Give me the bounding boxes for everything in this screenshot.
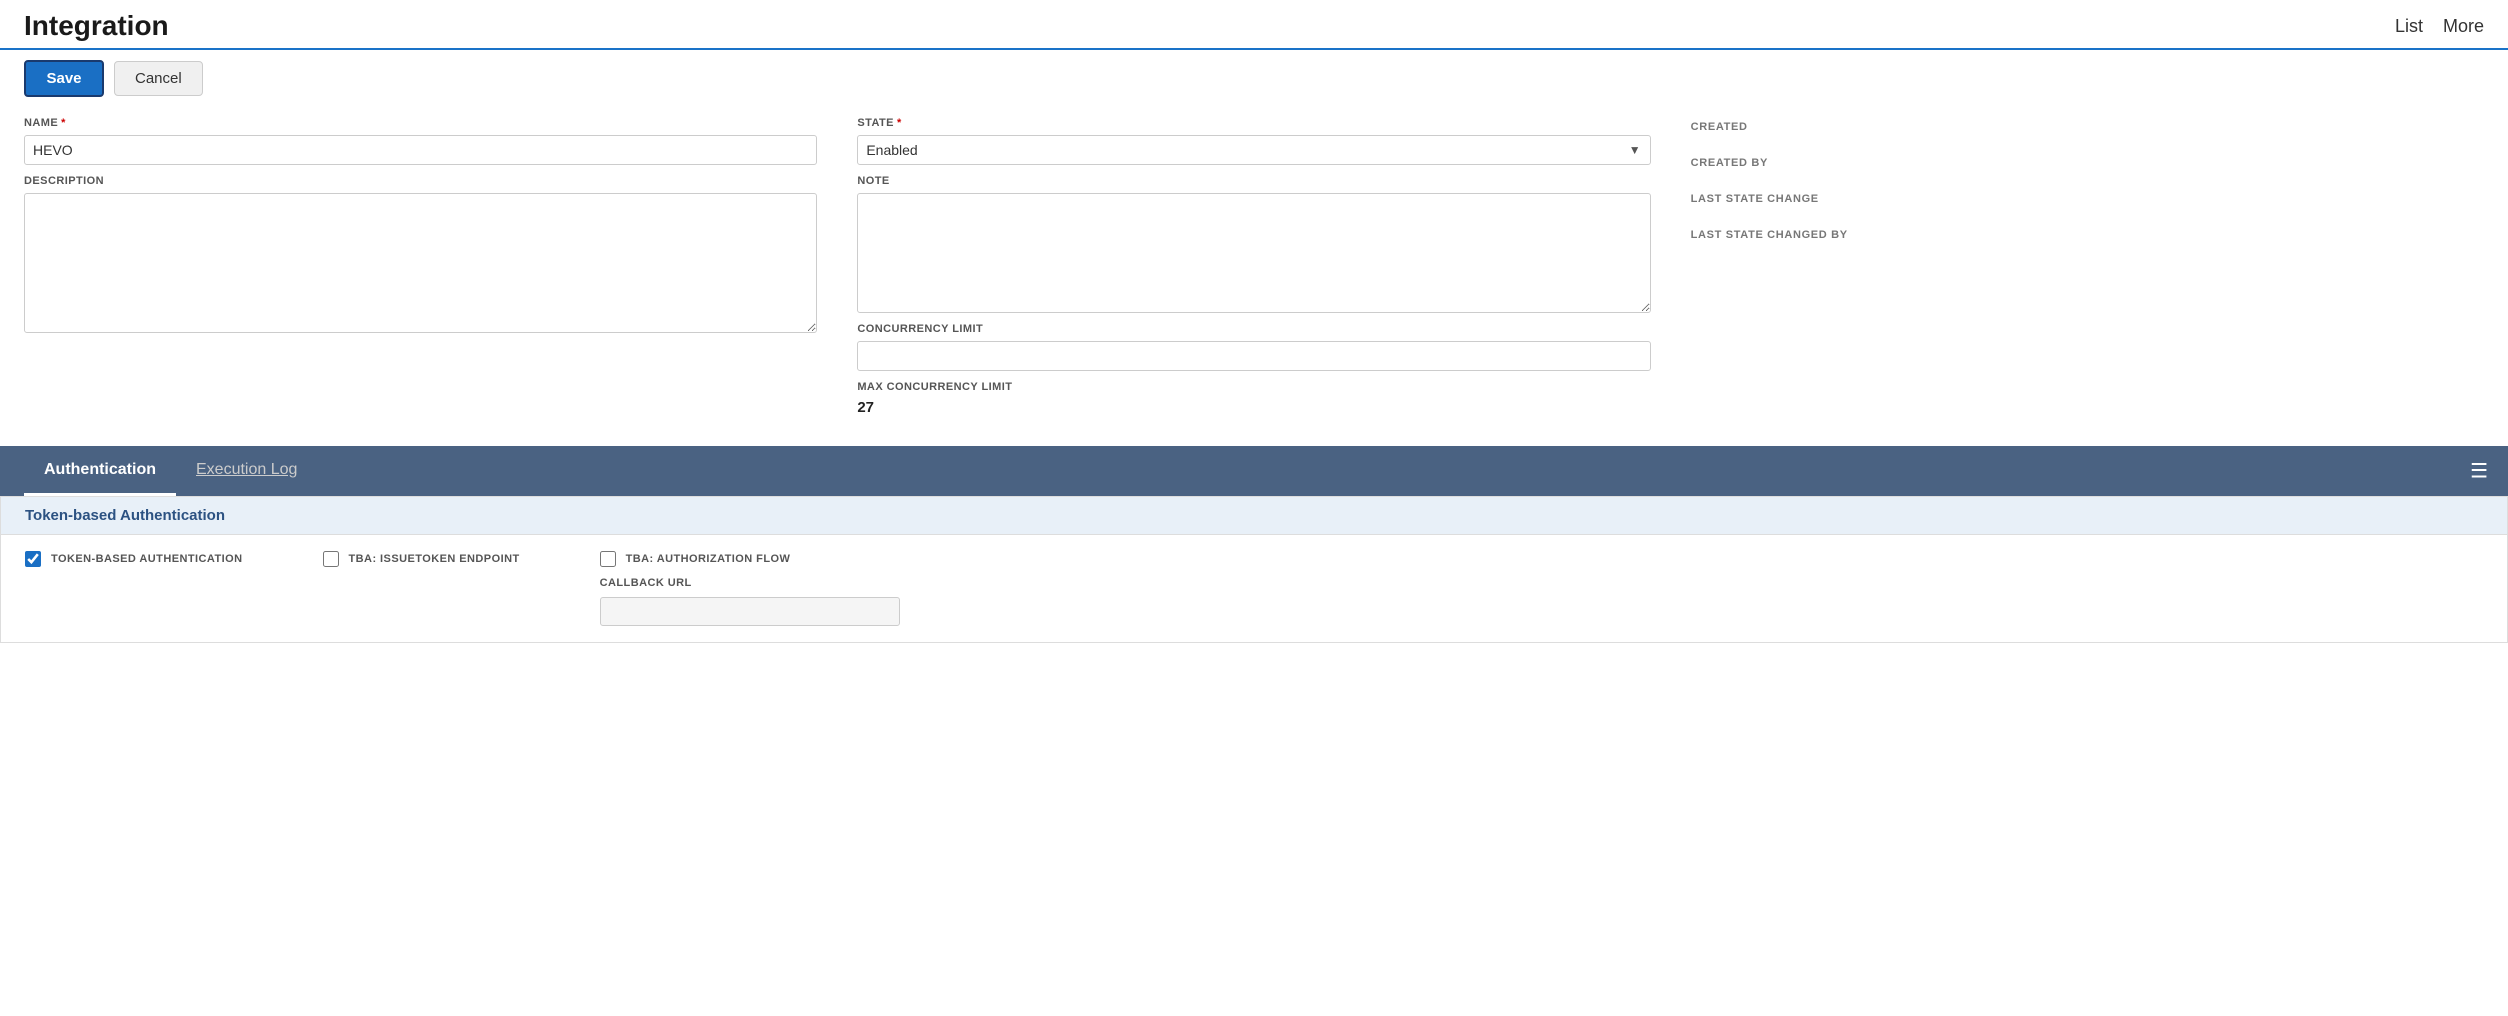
cancel-button[interactable]: Cancel (114, 61, 203, 96)
created-by-field-group: CREATED BY (1691, 157, 2484, 169)
concurrency-limit-input[interactable] (857, 341, 1650, 371)
created-by-label: CREATED BY (1691, 157, 2484, 169)
last-state-change-label: LAST STATE CHANGE (1691, 193, 2484, 205)
auth-header: Token-based Authentication (1, 497, 2507, 535)
state-label: STATE* (857, 117, 1650, 129)
auth-flow-checkbox-row: TBA: AUTHORIZATION FLOW (600, 551, 900, 567)
description-input[interactable] (24, 193, 817, 333)
concurrency-field-group: CONCURRENCY LIMIT (857, 323, 1650, 371)
form-area: NAME* DESCRIPTION STATE* Enabled Disable… (0, 107, 2508, 436)
issuetoken-checkbox[interactable] (323, 551, 339, 567)
list-icon[interactable]: ☰ (2470, 459, 2488, 484)
last-state-changed-by-field-group: LAST STATE CHANGED BY (1691, 229, 2484, 241)
created-label: CREATED (1691, 121, 2484, 133)
state-required-star: * (897, 117, 902, 129)
note-input[interactable] (857, 193, 1650, 313)
issuetoken-checkbox-row: TBA: ISSUETOKEN ENDPOINT (323, 551, 520, 567)
auth-section: Token-based Authentication TOKEN-BASED A… (0, 496, 2508, 643)
header-actions: List More (2395, 16, 2484, 37)
description-label: DESCRIPTION (24, 175, 817, 187)
tabs-section: Authentication Execution Log ☰ (0, 446, 2508, 496)
note-label: NOTE (857, 175, 1650, 187)
form-col-1: NAME* DESCRIPTION (24, 117, 817, 416)
state-field-group: STATE* Enabled Disabled ▼ (857, 117, 1650, 165)
name-input[interactable] (24, 135, 817, 165)
auth-flow-section: TBA: AUTHORIZATION FLOW CALLBACK URL (600, 551, 900, 626)
note-field-group: NOTE (857, 175, 1650, 313)
info-row: CREATED CREATED BY LAST STATE CHANGE LAS… (1691, 117, 2484, 241)
name-required-star: * (61, 117, 66, 129)
page-title: Integration (24, 10, 169, 42)
tba-checkbox-row: TOKEN-BASED AUTHENTICATION (25, 551, 243, 567)
created-field-group: CREATED (1691, 121, 2484, 133)
max-concurrency-value: 27 (857, 399, 1650, 416)
concurrency-label: CONCURRENCY LIMIT (857, 323, 1650, 335)
auth-flow-label: TBA: AUTHORIZATION FLOW (626, 553, 791, 565)
callback-url-section: CALLBACK URL (600, 577, 900, 626)
tab-execution-log[interactable]: Execution Log (176, 447, 317, 495)
state-select-wrapper: Enabled Disabled ▼ (857, 135, 1650, 165)
callback-url-label: CALLBACK URL (600, 577, 900, 589)
auth-body: TOKEN-BASED AUTHENTICATION TBA: ISSUETOK… (1, 535, 2507, 642)
list-link[interactable]: List (2395, 16, 2423, 37)
tba-label: TOKEN-BASED AUTHENTICATION (51, 553, 243, 565)
name-field-group: NAME* (24, 117, 817, 165)
more-link[interactable]: More (2443, 16, 2484, 37)
toolbar: Save Cancel (0, 50, 2508, 107)
name-label: NAME* (24, 117, 817, 129)
page-header: Integration List More (0, 0, 2508, 50)
tba-checkbox[interactable] (25, 551, 41, 567)
last-state-changed-by-label: LAST STATE CHANGED BY (1691, 229, 2484, 241)
tab-authentication[interactable]: Authentication (24, 447, 176, 496)
max-concurrency-field-group: MAX CONCURRENCY LIMIT 27 (857, 381, 1650, 416)
issuetoken-label: TBA: ISSUETOKEN ENDPOINT (349, 553, 520, 565)
auth-section-title: Token-based Authentication (25, 507, 225, 524)
state-select[interactable]: Enabled Disabled (857, 135, 1650, 165)
auth-flow-checkbox[interactable] (600, 551, 616, 567)
form-col-3: CREATED CREATED BY LAST STATE CHANGE LAS… (1691, 117, 2484, 416)
description-field-group: DESCRIPTION (24, 175, 817, 333)
callback-url-input[interactable] (600, 597, 900, 626)
form-col-2: STATE* Enabled Disabled ▼ NOTE CONCURREN… (857, 117, 1650, 416)
max-concurrency-label: MAX CONCURRENCY LIMIT (857, 381, 1650, 393)
last-state-change-field-group: LAST STATE CHANGE (1691, 193, 2484, 205)
save-button[interactable]: Save (24, 60, 104, 97)
